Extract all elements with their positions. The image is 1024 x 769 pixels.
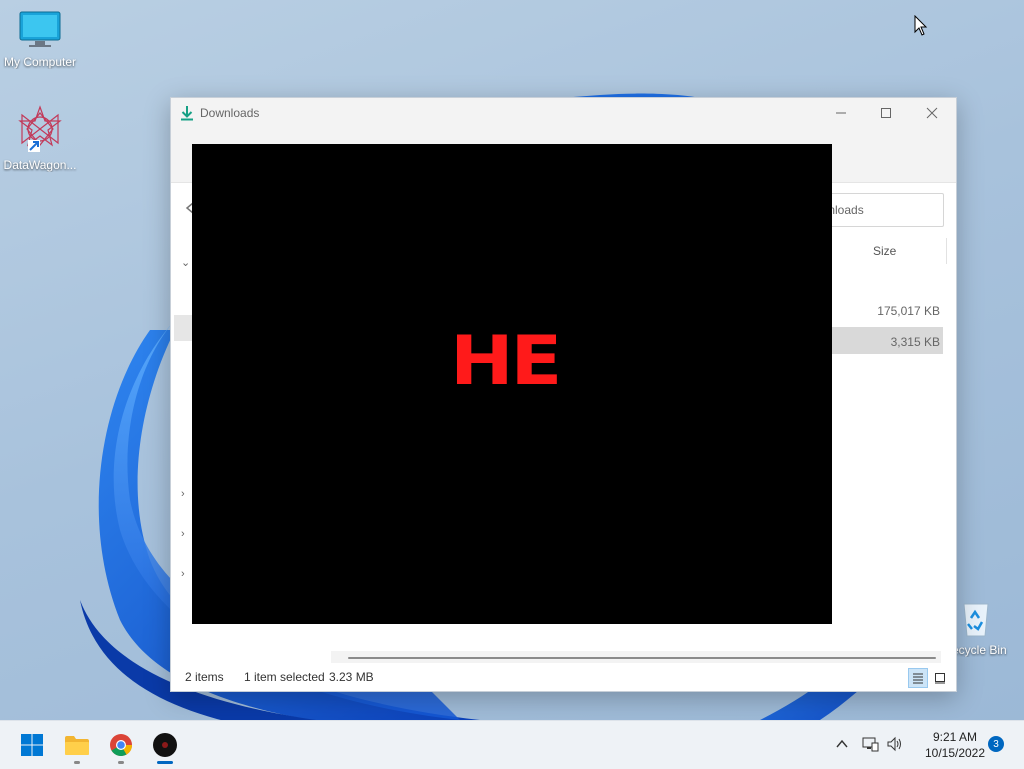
status-bar: 2 items 1 item selected 3.23 MB: [171, 666, 956, 690]
large-icons-view-button[interactable]: [930, 668, 950, 688]
taskbar-file-explorer[interactable]: [62, 730, 92, 764]
clock-date: 10/15/2022: [924, 746, 986, 760]
scrollbar-thumb[interactable]: [348, 657, 936, 659]
desktop-icon-my-computer[interactable]: My Computer: [0, 10, 80, 69]
monitor-icon: [19, 11, 61, 47]
maximize-icon: [881, 108, 891, 118]
taskbar-chrome[interactable]: [106, 730, 136, 764]
taskbar-active-app[interactable]: [150, 730, 180, 764]
file-size-cell[interactable]: 3,315 KB: [891, 335, 940, 349]
column-divider[interactable]: [946, 238, 947, 264]
chevron-down-icon[interactable]: ⌄: [181, 256, 190, 269]
volume-button[interactable]: [886, 735, 904, 753]
desktop-icon-datawagon[interactable]: DataWagon...: [0, 105, 80, 172]
close-icon: [926, 107, 938, 119]
clock-time: 9:21 AM: [932, 730, 978, 744]
file-size-cell[interactable]: 175,017 KB: [877, 304, 940, 318]
window-title: Downloads: [200, 106, 260, 120]
clock[interactable]: 9:21 AM 10/15/2022: [912, 729, 998, 761]
desktop-icon-label: ecycle Bin: [952, 643, 1007, 657]
chevron-right-icon[interactable]: ›: [181, 528, 185, 540]
chrome-icon: [110, 734, 132, 756]
network-button[interactable]: [861, 735, 879, 753]
running-indicator: [74, 761, 80, 764]
overlay-red-text: HE: [450, 322, 562, 401]
download-icon: [181, 106, 193, 121]
notification-badge[interactable]: 3: [988, 736, 1004, 752]
maximize-button[interactable]: [863, 98, 909, 128]
network-icon: [862, 737, 879, 752]
taskbar: 9:21 AM 10/15/2022: [0, 720, 1024, 769]
desktop-icon-label: DataWagon...: [3, 158, 77, 172]
selection-count: 1 item selected: [244, 670, 325, 684]
start-button[interactable]: [17, 730, 47, 760]
folder-icon: [65, 736, 89, 755]
active-indicator: [157, 761, 173, 764]
search-box[interactable]: ownloads: [813, 193, 944, 227]
large-icons-view-icon: [935, 673, 945, 684]
minimize-button[interactable]: [818, 98, 864, 128]
window-titlebar[interactable]: Downloads: [171, 98, 956, 128]
windows-start-icon: [21, 734, 43, 756]
close-button[interactable]: [909, 98, 955, 128]
show-hidden-icons-button[interactable]: [834, 736, 850, 752]
minimize-icon: [836, 112, 846, 114]
details-view-icon: [913, 673, 923, 684]
black-overlay-window[interactable]: HE: [192, 144, 832, 624]
desktop-icon-label: My Computer: [3, 55, 77, 69]
details-view-button[interactable]: [908, 668, 928, 688]
nav-pane-selected-item[interactable]: [174, 315, 194, 341]
item-count: 2 items: [185, 670, 224, 684]
black-circle-app-icon: [153, 733, 177, 757]
horizontal-scrollbar[interactable]: [331, 651, 941, 663]
chevron-right-icon[interactable]: ›: [181, 488, 185, 500]
chevron-right-icon[interactable]: ›: [181, 568, 185, 580]
column-header-size[interactable]: Size: [873, 244, 896, 258]
datawagon-app-icon: [18, 105, 62, 152]
selection-size: 3.23 MB: [329, 670, 374, 684]
chevron-up-icon: [836, 739, 848, 748]
speaker-icon: [887, 736, 901, 752]
recycle-bin-icon: [963, 603, 989, 637]
running-indicator: [118, 761, 124, 764]
mouse-cursor-icon: [914, 15, 928, 36]
